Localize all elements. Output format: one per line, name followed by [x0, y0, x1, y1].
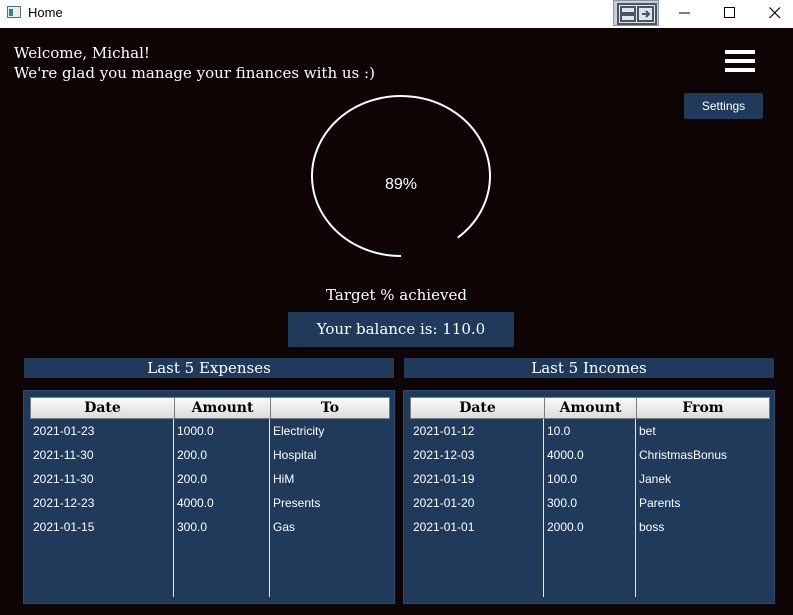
incomes-rows: 2021-01-12 10.0 bet 2021-12-03 4000.0 Ch… [410, 421, 770, 541]
snap-layout-button[interactable] [613, 0, 659, 26]
expense-to: Gas [273, 520, 296, 534]
incomes-col-date[interactable]: Date [410, 397, 544, 419]
income-date: 2021-01-01 [413, 520, 475, 534]
app-window-icon [7, 6, 21, 18]
expense-date: 2021-11-30 [33, 472, 94, 486]
incomes-section-title: Last 5 Incomes [404, 358, 774, 378]
table-row[interactable]: 2021-12-23 4000.0 Presents [30, 493, 390, 517]
expense-amount: 4000.0 [177, 496, 214, 510]
snap-layout-icon [617, 3, 657, 25]
incomes-table-header: Date Amount From [410, 397, 770, 419]
balance-display: Your balance is: 110.0 [288, 312, 514, 347]
income-date: 2021-12-03 [413, 448, 475, 462]
expenses-table-header: Date Amount To [30, 397, 390, 419]
income-amount: 10.0 [547, 424, 571, 438]
income-from: ChristmasBonus [639, 448, 728, 462]
income-from: Parents [639, 496, 681, 510]
table-row[interactable]: 2021-01-12 10.0 bet [410, 421, 770, 445]
expense-to: Electricity [273, 424, 325, 438]
table-row[interactable]: 2021-11-30 200.0 Hospital [30, 445, 390, 469]
minimize-button[interactable] [662, 0, 708, 26]
welcome-message: Welcome, Michal! We're glad you manage y… [14, 43, 375, 83]
progress-ring-graphic [310, 95, 491, 257]
close-icon [769, 7, 781, 19]
expense-date: 2021-01-23 [33, 424, 95, 438]
income-amount: 100.0 [547, 472, 578, 486]
expense-date: 2021-12-23 [33, 496, 95, 510]
expense-to: Hospital [273, 448, 317, 462]
expenses-rows: 2021-01-23 1000.0 Electricity 2021-11-30… [30, 421, 390, 541]
incomes-col-amount[interactable]: Amount [544, 397, 636, 419]
income-from: Janek [639, 472, 672, 486]
income-amount: 4000.0 [547, 448, 584, 462]
table-row[interactable]: 2021-11-30 200.0 HiM [30, 469, 390, 493]
maximize-button[interactable] [707, 0, 753, 26]
table-row[interactable]: 2021-01-19 100.0 Janek [410, 469, 770, 493]
table-row[interactable]: 2021-12-03 4000.0 ChristmasBonus [410, 445, 770, 469]
expense-amount: 200.0 [177, 448, 208, 462]
expense-to: HiM [273, 472, 295, 486]
incomes-col-from[interactable]: From [636, 397, 770, 419]
table-row[interactable]: 2021-01-15 300.0 Gas [30, 517, 390, 541]
income-amount: 300.0 [547, 496, 578, 510]
expenses-col-date[interactable]: Date [30, 397, 174, 419]
minimize-icon [679, 12, 690, 14]
table-row[interactable]: 2021-01-01 2000.0 boss [410, 517, 770, 541]
target-progress-ring: 89% [306, 90, 496, 260]
target-achieved-label: Target % achieved [326, 286, 467, 304]
expenses-col-amount[interactable]: Amount [174, 397, 270, 419]
window-title: Home [28, 5, 63, 20]
expenses-section-title: Last 5 Expenses [24, 358, 394, 378]
income-date: 2021-01-12 [413, 424, 475, 438]
window-title-bar: Home [0, 0, 793, 26]
income-amount: 2000.0 [547, 520, 584, 534]
expense-amount: 1000.0 [177, 424, 214, 438]
expense-date: 2021-11-30 [33, 448, 94, 462]
expenses-col-to[interactable]: To [270, 397, 390, 419]
home-screen: Welcome, Michal! We're glad you manage y… [0, 28, 793, 615]
progress-percent-label: 89% [384, 176, 418, 193]
expense-date: 2021-01-15 [33, 520, 95, 534]
incomes-table[interactable]: Date Amount From 2021-01-12 10.0 bet 202… [403, 390, 775, 604]
welcome-subtitle: We're glad you manage your finances with… [14, 64, 375, 82]
maximize-icon [724, 7, 735, 18]
settings-button[interactable]: Settings [684, 93, 763, 119]
table-row[interactable]: 2021-01-20 300.0 Parents [410, 493, 770, 517]
hamburger-menu-icon[interactable] [725, 50, 755, 72]
income-from: bet [639, 424, 656, 438]
income-from: boss [639, 520, 665, 534]
expense-to: Presents [273, 496, 321, 510]
table-row[interactable]: 2021-01-23 1000.0 Electricity [30, 421, 390, 445]
expenses-table[interactable]: Date Amount To 2021-01-23 1000.0 Electri… [23, 390, 395, 604]
expense-amount: 200.0 [177, 472, 208, 486]
income-date: 2021-01-19 [413, 472, 475, 486]
welcome-greeting: Welcome, Michal! [14, 44, 150, 62]
expense-amount: 300.0 [177, 520, 208, 534]
income-date: 2021-01-20 [413, 496, 475, 510]
close-button[interactable] [752, 0, 793, 26]
